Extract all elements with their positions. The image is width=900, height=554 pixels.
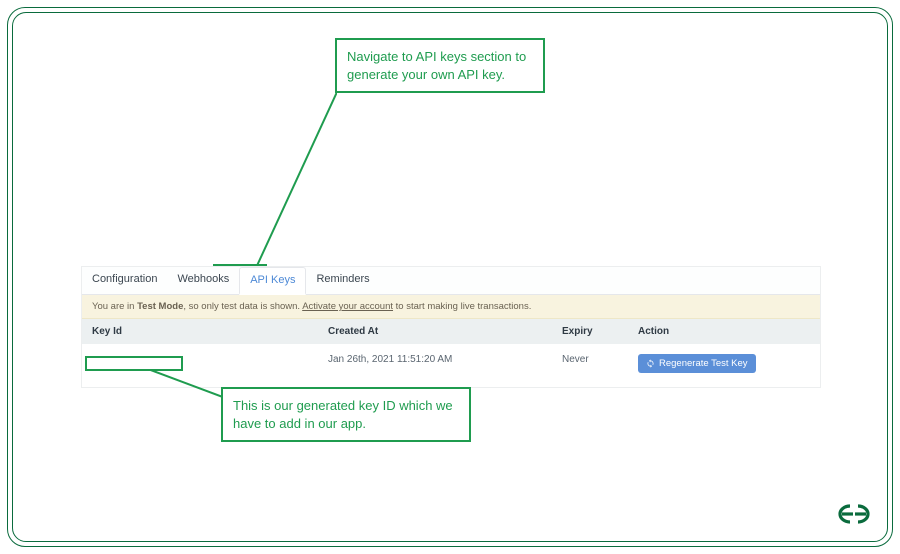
callout-api-keys: Navigate to API keys section to generate…: [335, 38, 545, 93]
notice-mode: Test Mode: [137, 301, 183, 312]
tab-api-keys[interactable]: API Keys: [239, 267, 306, 295]
refresh-icon: [646, 359, 655, 368]
callout-key-id-pointer: [148, 369, 228, 399]
cell-created: Jan 26th, 2021 11:51:20 AM: [328, 354, 562, 373]
test-mode-notice: You are in Test Mode, so only test data …: [82, 295, 820, 319]
callout-key-id: This is our generated key ID which we ha…: [221, 387, 471, 442]
callout-api-keys-pointer: [255, 92, 337, 270]
callout-api-keys-text: Navigate to API keys section to generate…: [347, 49, 526, 82]
col-header-expiry: Expiry: [562, 326, 638, 337]
col-header-created: Created At: [328, 326, 562, 337]
notice-prefix: You are in: [92, 301, 137, 312]
gfg-logo: [830, 500, 878, 536]
tab-configuration[interactable]: Configuration: [82, 267, 167, 294]
col-header-keyid: Key Id: [92, 326, 328, 337]
callout-key-id-text: This is our generated key ID which we ha…: [233, 398, 453, 431]
regenerate-test-key-label: Regenerate Test Key: [659, 358, 748, 369]
tab-webhooks[interactable]: Webhooks: [167, 267, 239, 294]
cell-action: Regenerate Test Key: [638, 354, 810, 373]
notice-middle: , so only test data is shown.: [183, 301, 302, 312]
table-header-row: Key Id Created At Expiry Action: [82, 319, 820, 344]
tab-bar: Configuration Webhooks API Keys Reminder…: [82, 267, 820, 295]
activate-account-link[interactable]: Activate your account: [302, 301, 393, 312]
col-header-action: Action: [638, 326, 810, 337]
tab-reminders[interactable]: Reminders: [306, 267, 379, 294]
cell-expiry: Never: [562, 354, 638, 373]
regenerate-test-key-button[interactable]: Regenerate Test Key: [638, 354, 756, 373]
notice-suffix: to start making live transactions.: [393, 301, 531, 312]
